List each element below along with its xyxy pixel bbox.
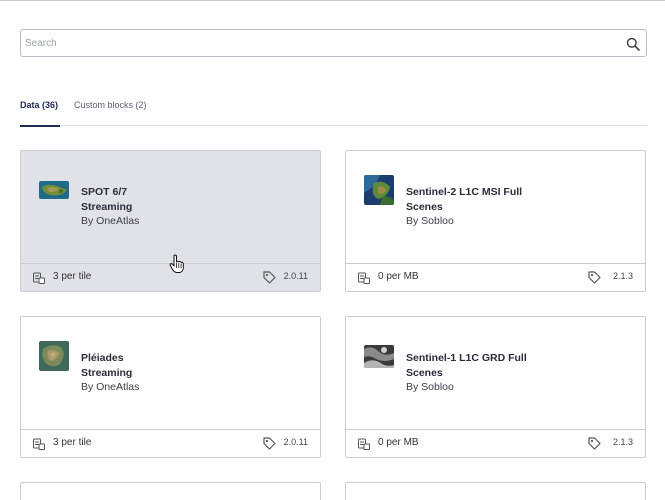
- card-price: 3 per tile: [53, 437, 92, 448]
- card-version: 2.1.3: [612, 437, 633, 447]
- card-title: Sentinel-1 L1C GRD Full Scenes: [406, 352, 527, 379]
- block-card-partial[interactable]: [20, 482, 321, 500]
- credits-icon: [358, 438, 370, 450]
- credits-icon: [358, 272, 370, 284]
- tag-icon: [588, 271, 601, 284]
- card-price: 0 per MB: [378, 271, 419, 282]
- card-version: 2.1.3: [612, 271, 633, 281]
- spot-imagery-thumbnail: [39, 181, 69, 199]
- card-vendor: By Sobloo: [406, 215, 454, 227]
- card-title: SPOT 6/7 Streaming: [81, 186, 133, 213]
- credits-icon: [33, 438, 45, 450]
- card-footer: 3 per tile 2.0.11: [21, 429, 320, 457]
- tab-data[interactable]: Data (36): [20, 97, 60, 127]
- tag-icon: [263, 271, 276, 284]
- tag-icon: [588, 437, 601, 450]
- search-box[interactable]: [20, 29, 647, 57]
- tag-icon: [263, 437, 276, 450]
- block-card-sentinel2[interactable]: Sentinel-2 L1C MSI Full Scenes By Sobloo…: [345, 150, 646, 292]
- sentinel1-radar-thumbnail: [364, 345, 394, 368]
- sentinel2-imagery-thumbnail: [364, 175, 394, 205]
- card-version: 2.0.11: [283, 437, 308, 447]
- block-card-pleiades[interactable]: Pléiades Streaming By OneAtlas 3 per til…: [20, 316, 321, 458]
- card-vendor: By Sobloo: [406, 381, 454, 393]
- card-version: 2.0.11: [283, 271, 308, 281]
- tab-bar: Data (36) Custom blocks (2): [20, 97, 647, 127]
- card-footer: 3 per tile 2.0.11: [21, 263, 320, 291]
- search-input[interactable]: [25, 33, 615, 53]
- card-footer: 0 per MB 2.1.3: [346, 263, 645, 291]
- top-border: [0, 0, 665, 1]
- card-footer: 0 per MB 2.1.3: [346, 429, 645, 457]
- block-card-partial[interactable]: [345, 482, 646, 500]
- block-card-sentinel1[interactable]: Sentinel-1 L1C GRD Full Scenes By Sobloo…: [345, 316, 646, 458]
- tab-custom-blocks[interactable]: Custom blocks (2): [74, 97, 147, 126]
- search-icon[interactable]: [626, 37, 640, 51]
- card-price: 3 per tile: [53, 271, 92, 282]
- card-title: Sentinel-2 L1C MSI Full Scenes: [406, 186, 523, 213]
- card-vendor: By OneAtlas: [81, 215, 140, 227]
- credits-icon: [33, 272, 45, 284]
- card-title: Pléiades Streaming: [81, 352, 133, 379]
- card-vendor: By OneAtlas: [81, 381, 140, 393]
- pleiades-imagery-thumbnail: [39, 341, 69, 371]
- block-card-spot[interactable]: SPOT 6/7 Streaming By OneAtlas 3 per til…: [20, 150, 321, 292]
- card-price: 0 per MB: [378, 437, 419, 448]
